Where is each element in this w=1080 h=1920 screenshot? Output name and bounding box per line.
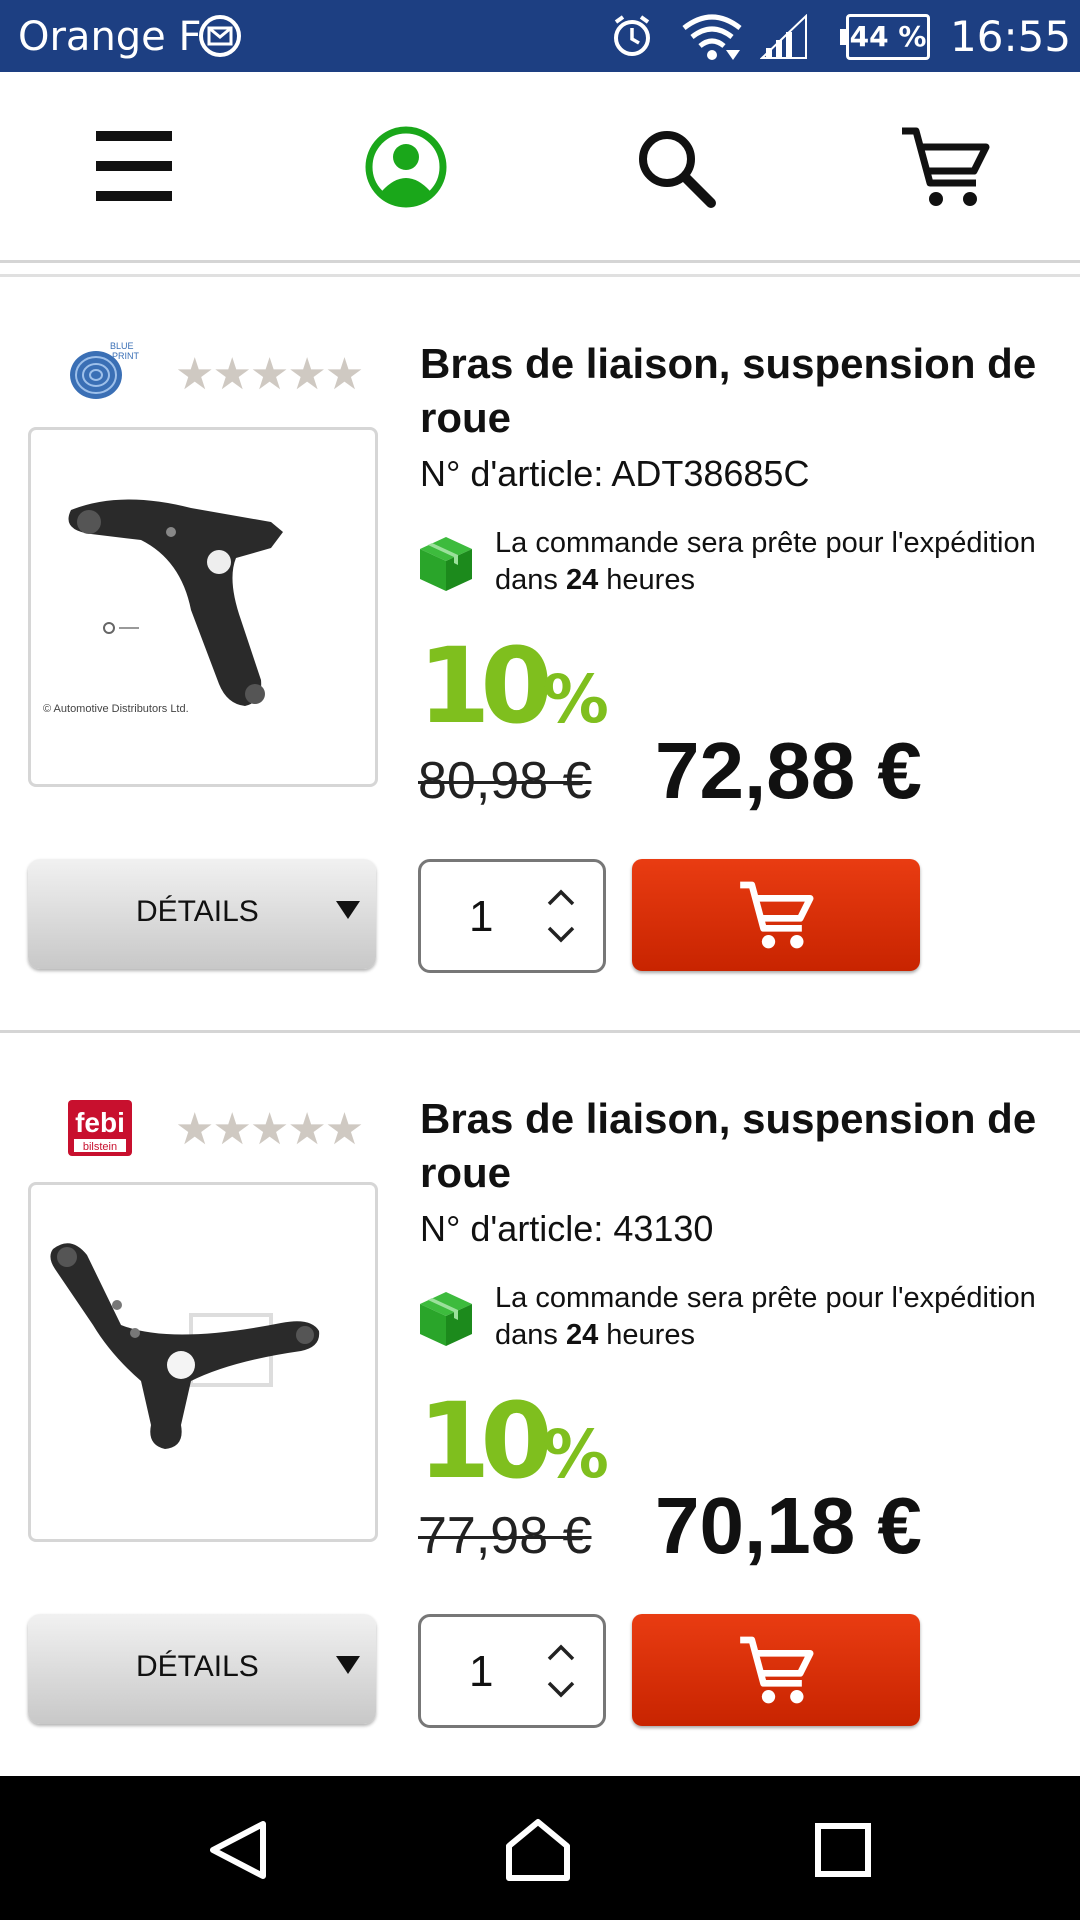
- top-navigation: [0, 72, 1080, 262]
- details-button[interactable]: DÉTAILS: [28, 859, 376, 969]
- old-price: 77,98 €: [418, 1507, 592, 1565]
- discount-badge: 10%: [418, 625, 609, 747]
- product-title[interactable]: Bras de liaison, suspension de roue: [420, 1092, 1060, 1200]
- image-caption: © Automotive Distributors Ltd.: [43, 703, 189, 715]
- quantity-value[interactable]: 1: [469, 1647, 493, 1697]
- cart-icon: [902, 127, 990, 206]
- dropdown-arrow-icon: [336, 1656, 360, 1674]
- chevron-up-icon[interactable]: [545, 1641, 577, 1663]
- chevron-down-icon[interactable]: [545, 1679, 577, 1701]
- search-icon: [639, 131, 716, 208]
- quantity-value[interactable]: 1: [469, 892, 493, 942]
- febi-bilstein-brand-logo: febi bilstein: [68, 1100, 132, 1156]
- chevron-up-icon[interactable]: [545, 886, 577, 908]
- svg-text:PRINT: PRINT: [112, 351, 140, 361]
- product-image[interactable]: © Automotive Distributors Ltd.: [28, 427, 378, 787]
- system-navigation-bar: [0, 1776, 1080, 1920]
- user-account-icon: [365, 126, 447, 208]
- wifi-icon: [682, 14, 742, 60]
- svg-text:BLUE: BLUE: [110, 341, 134, 351]
- blue-print-brand-logo: BLUE PRINT: [70, 341, 140, 399]
- details-button[interactable]: DÉTAILS: [28, 1614, 376, 1724]
- clock: 16:55: [950, 12, 1072, 61]
- product-card: BLUE PRINT ★★★★★ © Automotive Distributo…: [0, 277, 1080, 1017]
- quantity-stepper[interactable]: 1: [418, 859, 606, 973]
- account-button[interactable]: [351, 112, 461, 222]
- cart-button[interactable]: [890, 112, 1000, 222]
- details-label: DÉTAILS: [136, 895, 259, 928]
- svg-text:bilstein: bilstein: [83, 1141, 117, 1153]
- back-icon[interactable]: [205, 1818, 275, 1882]
- mail-notification-icon: [199, 15, 241, 57]
- rating-stars: ★★★★★: [175, 1105, 364, 1154]
- shipping-info: La commande sera prête pour l'expédition…: [495, 1282, 1036, 1351]
- menu-button[interactable]: [81, 112, 191, 222]
- product-card: febi bilstein ★★★★★ Bras de liaison, sus…: [0, 1032, 1080, 1772]
- carrier-name: Orange F: [18, 14, 202, 60]
- header-divider: [0, 260, 1080, 263]
- cart-icon: [740, 1636, 814, 1704]
- search-button[interactable]: [620, 112, 730, 222]
- article-number: N° d'article: ADT38685C: [420, 453, 810, 494]
- current-price: 72,88 €: [655, 726, 922, 815]
- cart-icon: [740, 881, 814, 949]
- status-bar: Orange F 44 % 16:55: [0, 0, 1080, 72]
- chevron-down-icon[interactable]: [545, 924, 577, 946]
- rating-stars: ★★★★★: [175, 350, 364, 399]
- dropdown-arrow-icon: [336, 901, 360, 919]
- shipping-info: La commande sera prête pour l'expédition…: [495, 527, 1036, 596]
- control-arm-image: © Automotive Distributors Ltd.: [43, 499, 283, 715]
- add-to-cart-button[interactable]: [632, 859, 920, 971]
- product-image[interactable]: [28, 1182, 378, 1542]
- old-price: 80,98 €: [418, 752, 592, 810]
- package-icon: [420, 1292, 472, 1346]
- signal-icon: [760, 14, 807, 59]
- svg-text:febi: febi: [75, 1107, 125, 1138]
- article-number: N° d'article: 43130: [420, 1208, 714, 1249]
- discount-badge: 10%: [418, 1380, 609, 1502]
- package-icon: [420, 537, 472, 591]
- current-price: 70,18 €: [655, 1481, 922, 1570]
- product-title[interactable]: Bras de liaison, suspension de roue: [420, 337, 1060, 445]
- quantity-stepper[interactable]: 1: [418, 1614, 606, 1728]
- home-icon[interactable]: [503, 1818, 573, 1882]
- battery-level: 44 %: [840, 14, 930, 60]
- details-label: DÉTAILS: [136, 1650, 259, 1683]
- control-arm-image: [50, 1243, 320, 1449]
- recent-apps-icon[interactable]: [808, 1818, 878, 1882]
- menu-icon: [96, 131, 172, 201]
- add-to-cart-button[interactable]: [632, 1614, 920, 1726]
- alarm-icon: [614, 15, 650, 56]
